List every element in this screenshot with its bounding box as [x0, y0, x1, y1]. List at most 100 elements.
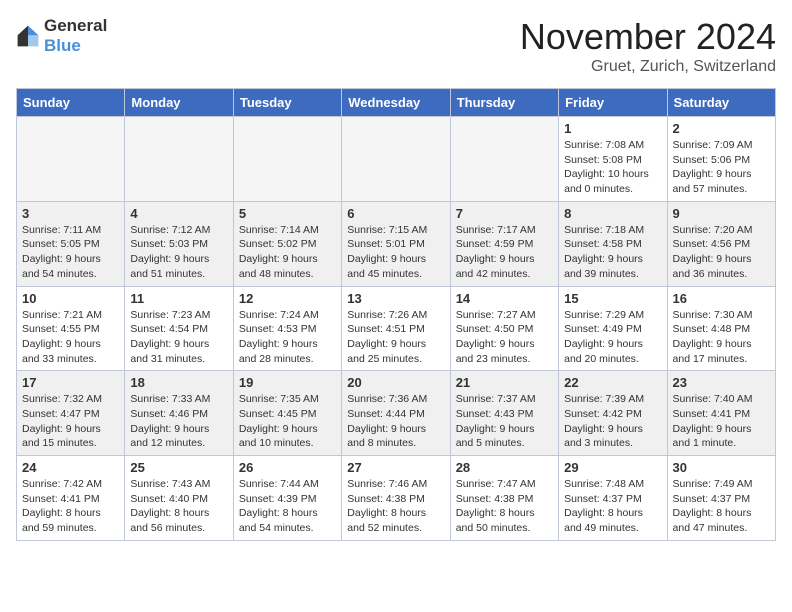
- day-number: 8: [564, 206, 661, 221]
- day-number: 18: [130, 375, 227, 390]
- day-number: 26: [239, 460, 336, 475]
- weekday-header-monday: Monday: [125, 89, 233, 117]
- day-number: 15: [564, 291, 661, 306]
- calendar-cell: 27Sunrise: 7:46 AM Sunset: 4:38 PM Dayli…: [342, 456, 450, 541]
- day-info: Sunrise: 7:29 AM Sunset: 4:49 PM Dayligh…: [564, 308, 661, 367]
- calendar-cell: [450, 117, 558, 202]
- calendar-cell: 4 Sunrise: 7:12 AM Sunset: 5:03 PM Daylig…: [125, 201, 233, 286]
- day-number: 12: [239, 291, 336, 306]
- calendar-cell: 20 Sunrise: 7:36 AM Sunset: 4:44 PM Dayli…: [342, 371, 450, 456]
- day-info: Sunrise: 7:09 AM Sunset: 5:06 PM Dayligh…: [673, 138, 770, 197]
- logo-blue: Blue: [44, 36, 81, 55]
- calendar-week-row-2: 3 Sunrise: 7:11 AM Sunset: 5:05 PM Daylig…: [17, 201, 776, 286]
- logo-text: General Blue: [44, 16, 107, 56]
- logo: General Blue: [16, 16, 107, 56]
- day-info: Sunrise: 7:18 AM Sunset: 4:58 PM Dayligh…: [564, 223, 661, 282]
- day-number: 21: [456, 375, 553, 390]
- calendar-cell: [342, 117, 450, 202]
- day-info: Sunrise: 7:44 AM Sunset: 4:39 PM Dayligh…: [239, 477, 336, 536]
- calendar-cell: 26 Sunrise: 7:44 AM Sunset: 4:39 PM Dayli…: [233, 456, 341, 541]
- day-info: Sunrise: 7:11 AM Sunset: 5:05 PM Dayligh…: [22, 223, 119, 282]
- calendar-cell: 15 Sunrise: 7:29 AM Sunset: 4:49 PM Dayli…: [559, 286, 667, 371]
- calendar-cell: [233, 117, 341, 202]
- weekday-header-tuesday: Tuesday: [233, 89, 341, 117]
- calendar-cell: 21 Sunrise: 7:37 AM Sunset: 4:43 PM Dayli…: [450, 371, 558, 456]
- day-number: 25: [130, 460, 227, 475]
- day-info: Sunrise: 7:21 AM Sunset: 4:55 PM Dayligh…: [22, 308, 119, 367]
- day-number: 6: [347, 206, 444, 221]
- calendar-cell: 30 Sunrise: 7:49 AM Sunset: 4:37 PM Dayli…: [667, 456, 775, 541]
- day-number: 16: [673, 291, 770, 306]
- day-number: 17: [22, 375, 119, 390]
- weekday-header-saturday: Saturday: [667, 89, 775, 117]
- day-info: Sunrise: 7:17 AM Sunset: 4:59 PM Dayligh…: [456, 223, 553, 282]
- day-number: 13: [347, 291, 444, 306]
- day-info: Sunrise: 7:35 AM Sunset: 4:45 PM Dayligh…: [239, 392, 336, 451]
- day-info: Sunrise: 7:46 AM Sunset: 4:38 PM Dayligh…: [347, 477, 444, 536]
- day-info: Sunrise: 7:27 AM Sunset: 4:50 PM Dayligh…: [456, 308, 553, 367]
- day-number: 30: [673, 460, 770, 475]
- day-info: Sunrise: 7:33 AM Sunset: 4:46 PM Dayligh…: [130, 392, 227, 451]
- calendar-cell: 9 Sunrise: 7:20 AM Sunset: 4:56 PM Daylig…: [667, 201, 775, 286]
- calendar-cell: 19 Sunrise: 7:35 AM Sunset: 4:45 PM Dayli…: [233, 371, 341, 456]
- day-number: 19: [239, 375, 336, 390]
- weekday-header-row: SundayMondayTuesdayWednesdayThursdayFrid…: [17, 89, 776, 117]
- day-number: 7: [456, 206, 553, 221]
- day-info: Sunrise: 7:36 AM Sunset: 4:44 PM Dayligh…: [347, 392, 444, 451]
- day-info: Sunrise: 7:48 AM Sunset: 4:37 PM Dayligh…: [564, 477, 661, 536]
- day-info: Sunrise: 7:37 AM Sunset: 4:43 PM Dayligh…: [456, 392, 553, 451]
- day-number: 4: [130, 206, 227, 221]
- calendar-cell: 3 Sunrise: 7:11 AM Sunset: 5:05 PM Daylig…: [17, 201, 125, 286]
- day-info: Sunrise: 7:12 AM Sunset: 5:03 PM Dayligh…: [130, 223, 227, 282]
- calendar-cell: 28Sunrise: 7:47 AM Sunset: 4:38 PM Dayli…: [450, 456, 558, 541]
- weekday-header-thursday: Thursday: [450, 89, 558, 117]
- calendar-cell: 13 Sunrise: 7:26 AM Sunset: 4:51 PM Dayli…: [342, 286, 450, 371]
- calendar-cell: 2 Sunrise: 7:09 AM Sunset: 5:06 PM Daylig…: [667, 117, 775, 202]
- weekday-header-wednesday: Wednesday: [342, 89, 450, 117]
- calendar-week-row-1: 1Sunrise: 7:08 AM Sunset: 5:08 PM Daylig…: [17, 117, 776, 202]
- day-info: Sunrise: 7:23 AM Sunset: 4:54 PM Dayligh…: [130, 308, 227, 367]
- calendar-cell: 11 Sunrise: 7:23 AM Sunset: 4:54 PM Dayli…: [125, 286, 233, 371]
- calendar-cell: 17Sunrise: 7:32 AM Sunset: 4:47 PM Dayli…: [17, 371, 125, 456]
- day-info: Sunrise: 7:30 AM Sunset: 4:48 PM Dayligh…: [673, 308, 770, 367]
- calendar-cell: 12 Sunrise: 7:24 AM Sunset: 4:53 PM Dayli…: [233, 286, 341, 371]
- day-number: 23: [673, 375, 770, 390]
- day-info: Sunrise: 7:39 AM Sunset: 4:42 PM Dayligh…: [564, 392, 661, 451]
- day-number: 2: [673, 121, 770, 136]
- calendar-table: SundayMondayTuesdayWednesdayThursdayFrid…: [16, 88, 776, 541]
- calendar-cell: 8 Sunrise: 7:18 AM Sunset: 4:58 PM Daylig…: [559, 201, 667, 286]
- calendar-week-row-5: 24 Sunrise: 7:42 AM Sunset: 4:41 PM Dayli…: [17, 456, 776, 541]
- day-info: Sunrise: 7:15 AM Sunset: 5:01 PM Dayligh…: [347, 223, 444, 282]
- logo-general: General: [44, 16, 107, 35]
- calendar-cell: 5Sunrise: 7:14 AM Sunset: 5:02 PM Daylig…: [233, 201, 341, 286]
- month-title: November 2024: [520, 16, 776, 58]
- calendar-cell: 18 Sunrise: 7:33 AM Sunset: 4:46 PM Dayli…: [125, 371, 233, 456]
- day-number: 14: [456, 291, 553, 306]
- calendar-cell: 16 Sunrise: 7:30 AM Sunset: 4:48 PM Dayli…: [667, 286, 775, 371]
- weekday-header-friday: Friday: [559, 89, 667, 117]
- day-number: 20: [347, 375, 444, 390]
- calendar-cell: 22Sunrise: 7:39 AM Sunset: 4:42 PM Dayli…: [559, 371, 667, 456]
- location-title: Gruet, Zurich, Switzerland: [520, 58, 776, 76]
- logo-icon: [16, 24, 40, 48]
- day-info: Sunrise: 7:49 AM Sunset: 4:37 PM Dayligh…: [673, 477, 770, 536]
- calendar-cell: 1Sunrise: 7:08 AM Sunset: 5:08 PM Daylig…: [559, 117, 667, 202]
- day-info: Sunrise: 7:24 AM Sunset: 4:53 PM Dayligh…: [239, 308, 336, 367]
- day-number: 1: [564, 121, 661, 136]
- day-info: Sunrise: 7:20 AM Sunset: 4:56 PM Dayligh…: [673, 223, 770, 282]
- day-info: Sunrise: 7:42 AM Sunset: 4:41 PM Dayligh…: [22, 477, 119, 536]
- weekday-header-sunday: Sunday: [17, 89, 125, 117]
- calendar-cell: [17, 117, 125, 202]
- calendar-cell: 10 Sunrise: 7:21 AM Sunset: 4:55 PM Dayli…: [17, 286, 125, 371]
- day-number: 10: [22, 291, 119, 306]
- day-number: 9: [673, 206, 770, 221]
- title-area: November 2024 Gruet, Zurich, Switzerland: [520, 16, 776, 76]
- day-number: 28: [456, 460, 553, 475]
- day-info: Sunrise: 7:43 AM Sunset: 4:40 PM Dayligh…: [130, 477, 227, 536]
- day-info: Sunrise: 7:26 AM Sunset: 4:51 PM Dayligh…: [347, 308, 444, 367]
- day-number: 24: [22, 460, 119, 475]
- day-number: 11: [130, 291, 227, 306]
- day-number: 3: [22, 206, 119, 221]
- calendar-cell: 25 Sunrise: 7:43 AM Sunset: 4:40 PM Dayli…: [125, 456, 233, 541]
- calendar-cell: 7 Sunrise: 7:17 AM Sunset: 4:59 PM Daylig…: [450, 201, 558, 286]
